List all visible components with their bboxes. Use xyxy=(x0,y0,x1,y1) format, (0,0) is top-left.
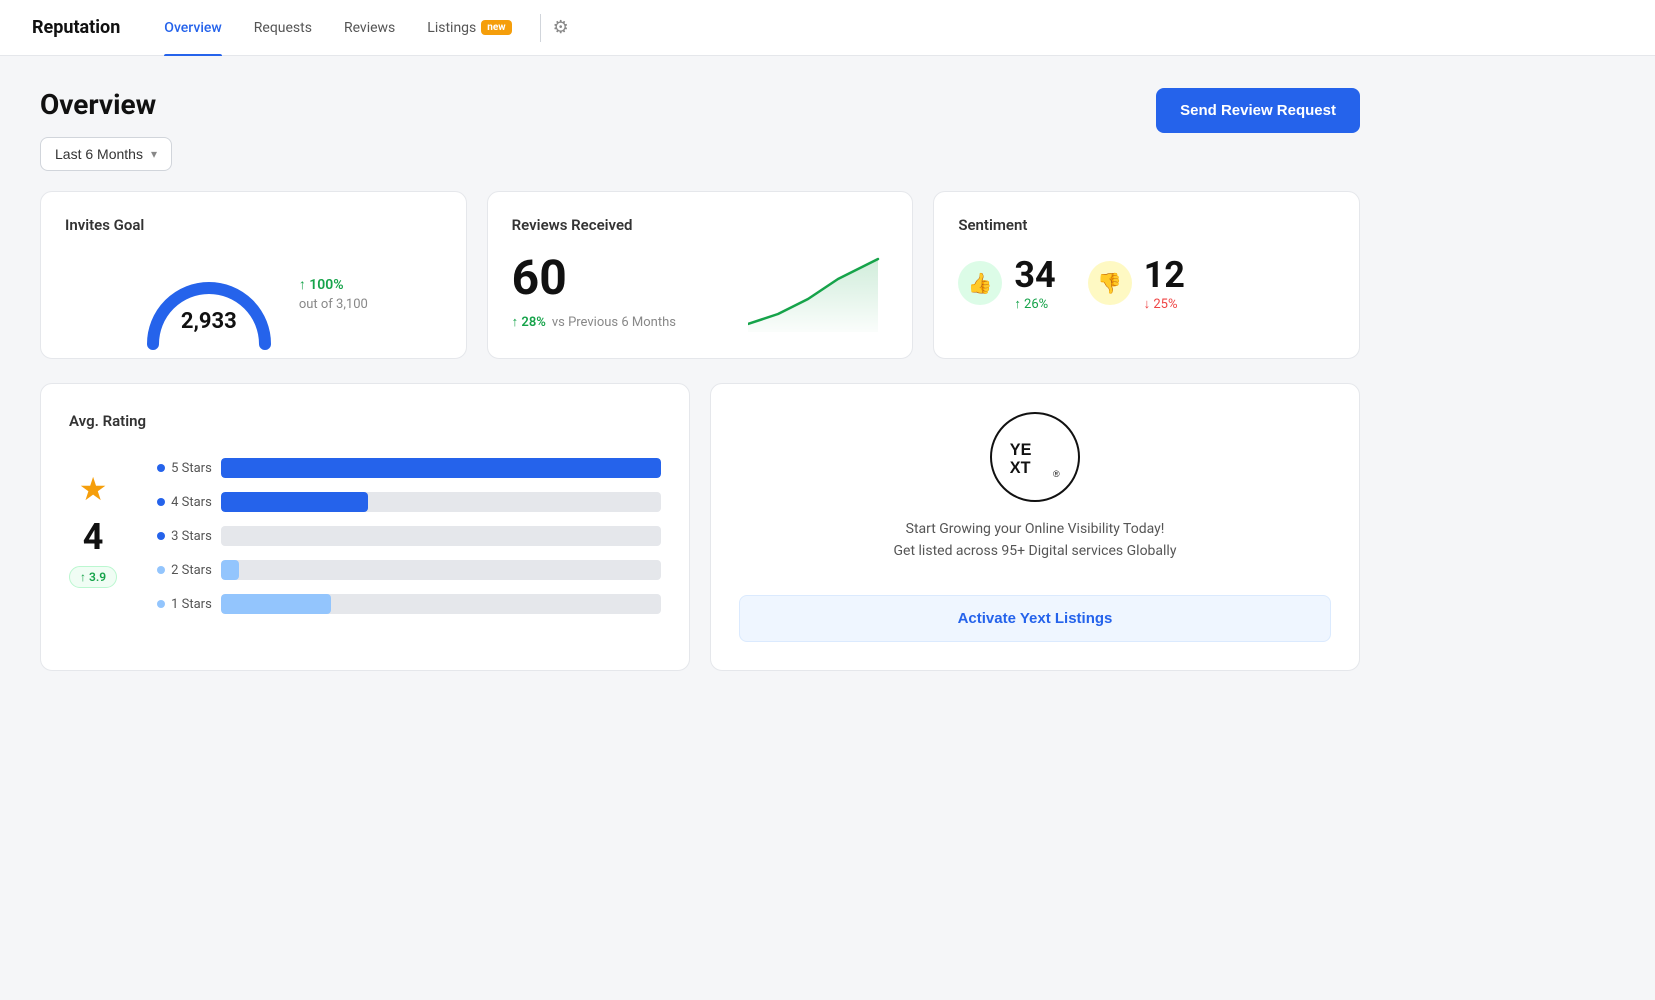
page-header: Overview Last 6 Months ▾ Send Review Req… xyxy=(40,88,1360,171)
page-header-left: Overview Last 6 Months ▾ xyxy=(40,88,172,171)
bar-track xyxy=(221,560,661,580)
rating-bars-list: 5 Stars 4 Stars 3 Stars xyxy=(157,458,661,614)
sentiment-title: Sentiment xyxy=(958,216,1335,234)
sentiment-inner: 👍 34 ↑ 26% 👎 12 ↓ 25% xyxy=(958,254,1335,312)
page-title: Overview xyxy=(40,88,172,121)
bar-label: 1 Stars xyxy=(157,597,209,612)
yext-card: YE XT ® Start Growing your Online Visibi… xyxy=(710,383,1360,671)
sentiment-positive: 👍 34 ↑ 26% xyxy=(958,254,1055,312)
gauge-wrapper: 2,933 xyxy=(139,254,279,334)
thumbs-up-icon: 👍 xyxy=(958,261,1002,305)
thumbs-down-icon: 👎 xyxy=(1088,261,1132,305)
reviews-stat: ↑ 28% vs Previous 6 Months xyxy=(512,314,676,330)
bar-fill xyxy=(221,492,368,512)
avg-rating-card: Avg. Rating ★ 4 ↑ 3.9 5 Stars 4 S xyxy=(40,383,690,671)
reviews-chart xyxy=(748,254,888,334)
reviews-inner: 60 ↑ 28% vs Previous 6 Months xyxy=(512,254,889,334)
bar-label: 3 Stars xyxy=(157,529,209,544)
rating-trend-badge: ↑ 3.9 xyxy=(69,566,117,588)
rating-layout: ★ 4 ↑ 3.9 5 Stars 4 Stars xyxy=(69,450,661,614)
yext-description: Start Growing your Online Visibility Tod… xyxy=(894,518,1177,563)
star-icon: ★ xyxy=(79,470,108,508)
bar-row: 3 Stars xyxy=(157,526,661,546)
svg-text:XT: XT xyxy=(1010,459,1031,477)
sentiment-negative: 👎 12 ↓ 25% xyxy=(1088,254,1185,312)
nav-item-overview[interactable]: Overview xyxy=(148,0,237,56)
bar-fill xyxy=(221,594,331,614)
chevron-down-icon: ▾ xyxy=(151,147,157,161)
svg-text:YE: YE xyxy=(1010,441,1032,459)
bar-row: 5 Stars xyxy=(157,458,661,478)
yext-logo: YE XT ® xyxy=(990,412,1080,502)
nav-item-listings[interactable]: Listings new xyxy=(411,0,527,56)
invites-percent: ↑ 100% xyxy=(299,276,368,293)
activate-yext-button[interactable]: Activate Yext Listings xyxy=(739,595,1331,642)
bar-row: 1 Stars xyxy=(157,594,661,614)
bar-track xyxy=(221,594,661,614)
bar-track xyxy=(221,526,661,546)
period-dropdown[interactable]: Last 6 Months ▾ xyxy=(40,137,172,171)
nav-divider xyxy=(540,14,541,42)
bar-fill xyxy=(221,560,239,580)
bar-track xyxy=(221,492,661,512)
rating-value: 4 xyxy=(83,516,104,558)
bar-label: 2 Stars xyxy=(157,563,209,578)
bar-label: 4 Stars xyxy=(157,495,209,510)
invites-out-of: out of 3,100 xyxy=(299,297,368,312)
sentiment-positive-stats: 34 ↑ 26% xyxy=(1014,254,1055,312)
gauge-container: 2,933 ↑ 100% out of 3,100 xyxy=(65,254,442,334)
reviews-change-pct: ↑ 28% xyxy=(512,314,546,330)
reviews-left: 60 ↑ 28% vs Previous 6 Months xyxy=(512,254,676,330)
gauge-stats: ↑ 100% out of 3,100 xyxy=(299,276,368,312)
bar-dot xyxy=(157,498,165,506)
top-cards-row: Invites Goal 2,933 ↑ 100% out of 3,100 xyxy=(40,191,1360,359)
bottom-row: Avg. Rating ★ 4 ↑ 3.9 5 Stars 4 S xyxy=(40,383,1360,671)
rating-left: ★ 4 ↑ 3.9 xyxy=(69,470,117,588)
send-review-request-button[interactable]: Send Review Request xyxy=(1156,88,1360,133)
bar-dot xyxy=(157,464,165,472)
reviews-received-title: Reviews Received xyxy=(512,216,889,234)
sentiment-negative-count: 12 xyxy=(1144,254,1185,296)
gauge-value: 2,933 xyxy=(181,309,237,334)
yext-inner: YE XT ® Start Growing your Online Visibi… xyxy=(739,412,1331,642)
bar-fill xyxy=(221,458,661,478)
brand-logo: Reputation xyxy=(32,17,120,38)
sentiment-positive-count: 34 xyxy=(1014,254,1055,296)
settings-icon[interactable]: ⚙ xyxy=(553,17,569,38)
bar-dot xyxy=(157,566,165,574)
nav-item-reviews[interactable]: Reviews xyxy=(328,0,411,56)
bar-row: 4 Stars xyxy=(157,492,661,512)
sentiment-negative-pct: ↓ 25% xyxy=(1144,296,1185,312)
sentiment-card: Sentiment 👍 34 ↑ 26% 👎 12 ↓ 25% xyxy=(933,191,1360,359)
bar-row: 2 Stars xyxy=(157,560,661,580)
listings-badge: new xyxy=(481,20,511,35)
svg-text:®: ® xyxy=(1053,469,1060,479)
reviews-received-card: Reviews Received 60 ↑ 28% vs Previous 6 … xyxy=(487,191,914,359)
invites-goal-card: Invites Goal 2,933 ↑ 100% out of 3,100 xyxy=(40,191,467,359)
sentiment-negative-stats: 12 ↓ 25% xyxy=(1144,254,1185,312)
nav-item-requests[interactable]: Requests xyxy=(238,0,328,56)
gauge-svg xyxy=(139,254,279,354)
yext-logo-svg: YE XT ® xyxy=(999,421,1071,493)
bar-dot xyxy=(157,532,165,540)
reviews-count: 60 xyxy=(512,254,676,302)
nav-items: Overview Requests Reviews Listings new xyxy=(148,0,527,56)
bar-label: 5 Stars xyxy=(157,461,209,476)
avg-rating-title: Avg. Rating xyxy=(69,412,661,430)
bar-dot xyxy=(157,600,165,608)
invites-goal-title: Invites Goal xyxy=(65,216,442,234)
sentiment-positive-pct: ↑ 26% xyxy=(1014,296,1055,312)
bar-track xyxy=(221,458,661,478)
